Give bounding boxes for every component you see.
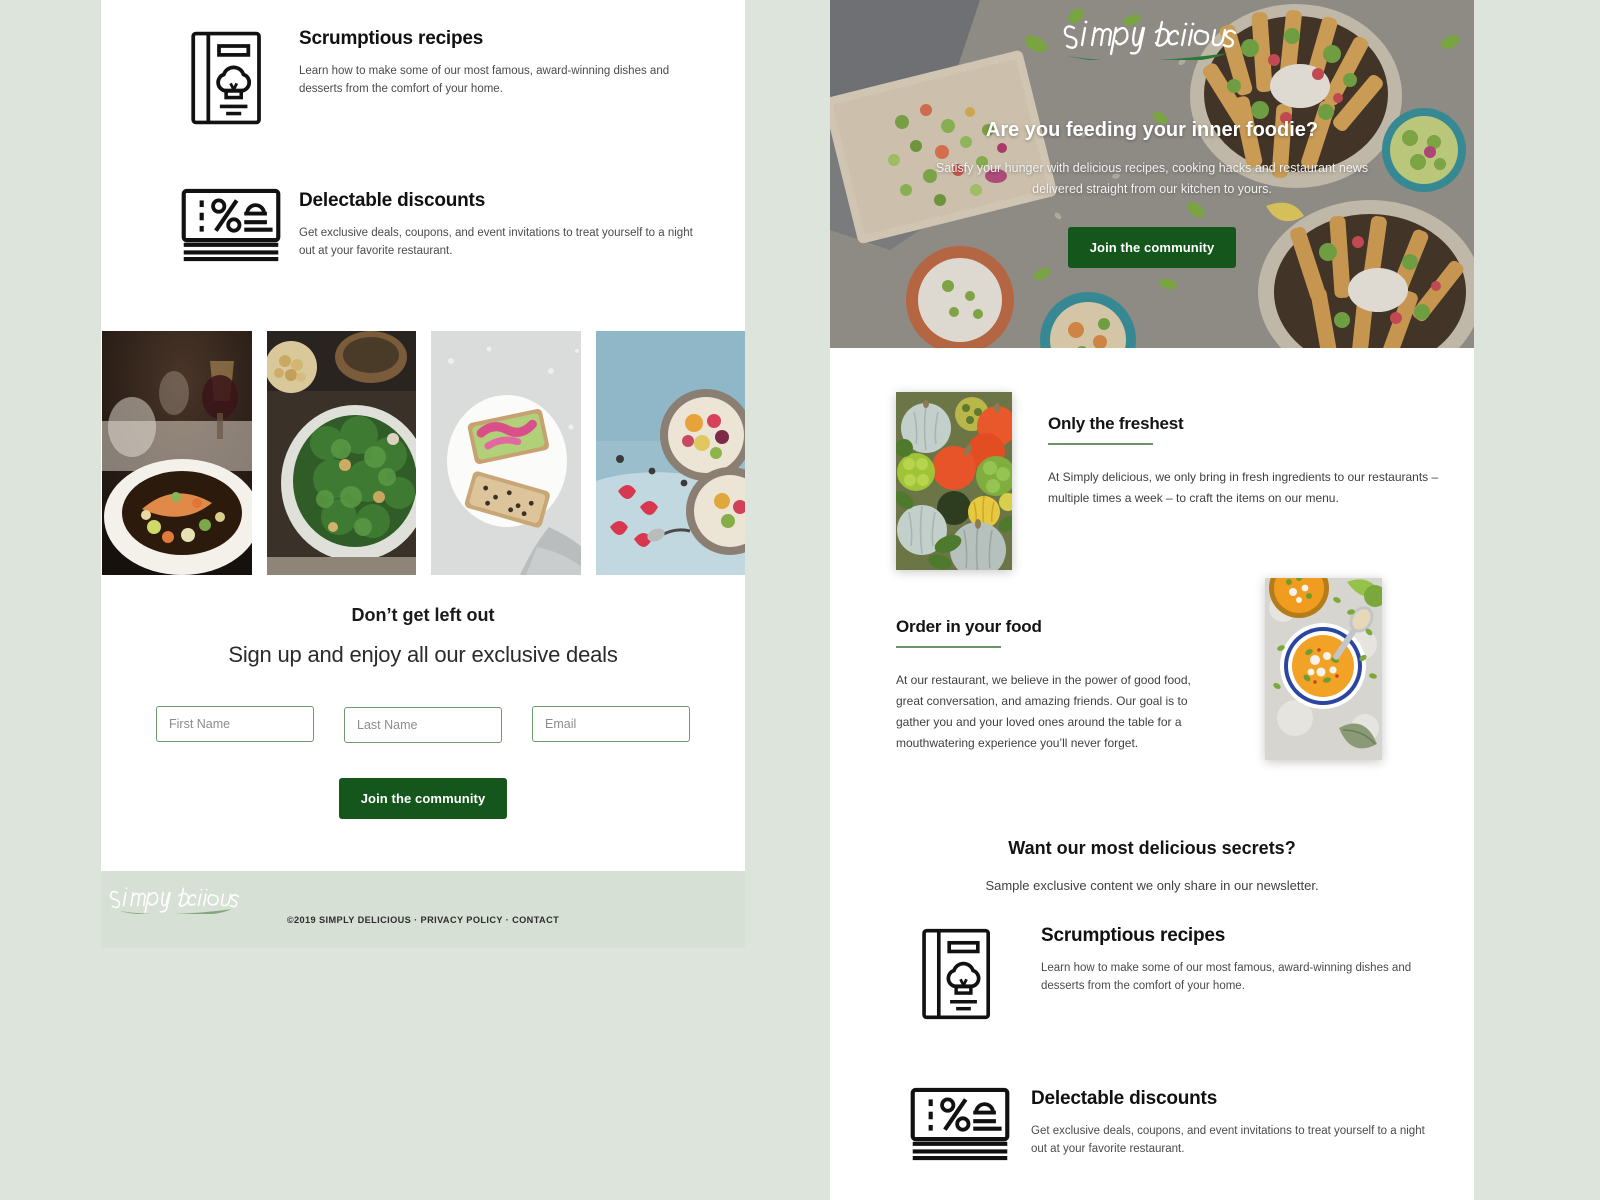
join-the-community-button[interactable]: Join the community bbox=[338, 778, 508, 819]
feature-description: Learn how to make some of our most famou… bbox=[1041, 962, 1412, 992]
feature-text: Scrumptious recipes Learn how to make so… bbox=[299, 28, 707, 98]
signup-section: Don’t get left out Sign up and enjoy all… bbox=[101, 605, 745, 819]
heading-underline-accent bbox=[896, 646, 1001, 648]
signup-headline: Sign up and enjoy all our exclusive deal… bbox=[228, 642, 618, 667]
feature-text: Scrumptious recipes Learn how to make so… bbox=[1041, 925, 1418, 995]
section-only-the-freshest: Only the freshest At Simply delicious, w… bbox=[830, 392, 1474, 570]
feature-scrumptious-recipes: Scrumptious recipes Learn how to make so… bbox=[918, 925, 1418, 1023]
left-email-panel: Scrumptious recipes Learn how to make so… bbox=[101, 0, 745, 948]
footer-logo bbox=[101, 882, 745, 914]
screenshot-canvas: Scrumptious recipes Learn how to make so… bbox=[0, 0, 1600, 1200]
feature-title: Delectable discounts bbox=[1031, 1088, 1218, 1109]
feature-delectable-discounts: Delectable discounts Get exclusive deals… bbox=[908, 1085, 1428, 1163]
fresh-text-block: Only the freshest At Simply delicious, w… bbox=[1048, 392, 1468, 570]
email-input[interactable] bbox=[532, 706, 690, 742]
section-heading: Only the freshest bbox=[1048, 414, 1184, 433]
gallery-photo-avocado-toast bbox=[431, 331, 581, 575]
section-order-in-your-food: Order in your food At our restaurant, we… bbox=[896, 617, 1226, 754]
first-name-input[interactable] bbox=[156, 706, 314, 742]
feature-delectable-discounts: Delectable discounts Get exclusive deals… bbox=[179, 186, 709, 264]
food-photo-gallery bbox=[101, 331, 745, 575]
feature-description: Learn how to make some of our most famou… bbox=[299, 65, 670, 95]
hero-section: Are you feeding your inner foodie? Satis… bbox=[830, 0, 1474, 348]
discount-ticket-icon bbox=[179, 186, 283, 264]
recipe-book-icon bbox=[187, 28, 267, 128]
signup-fields bbox=[101, 706, 745, 743]
section-newsletter-secrets: Want our most delicious secrets? Sample … bbox=[830, 838, 1474, 893]
gallery-photo-salmon-plate bbox=[102, 331, 252, 575]
signup-kicker: Don’t get left out bbox=[351, 605, 495, 625]
feature-text: Delectable discounts Get exclusive deals… bbox=[299, 186, 709, 260]
secrets-title: Want our most delicious secrets? bbox=[1008, 838, 1296, 858]
heading-underline-accent bbox=[1048, 443, 1153, 445]
feature-text: Delectable discounts Get exclusive deals… bbox=[1031, 1085, 1428, 1158]
hero-subtitle: Satisfy your hunger with delicious recip… bbox=[935, 161, 1369, 196]
feature-title: Scrumptious recipes bbox=[1041, 925, 1226, 946]
feature-scrumptious-recipes: Scrumptious recipes Learn how to make so… bbox=[187, 28, 707, 128]
feature-title: Delectable discounts bbox=[299, 190, 486, 211]
feature-description: Get exclusive deals, coupons, and event … bbox=[1031, 1125, 1425, 1155]
section-body: At Simply delicious, we only bring in fr… bbox=[1048, 469, 1439, 505]
hero-logo bbox=[1052, 14, 1252, 60]
squash-assortment-photo bbox=[896, 392, 1012, 570]
gallery-photo-breakfast-bowl bbox=[595, 331, 745, 575]
feature-title: Scrumptious recipes bbox=[299, 28, 484, 49]
last-name-input[interactable] bbox=[344, 707, 502, 743]
section-body: At our restaurant, we believe in the pow… bbox=[896, 672, 1191, 750]
secrets-subtitle: Sample exclusive content we only share i… bbox=[985, 878, 1319, 893]
footer-copyright: ©2019 SIMPLY DELICIOUS · PRIVACY POLICY … bbox=[286, 915, 560, 925]
discount-ticket-icon bbox=[908, 1085, 1012, 1163]
hero-title: Are you feeding your inner foodie? bbox=[985, 119, 1319, 141]
recipe-book-icon bbox=[918, 925, 996, 1023]
hero-content: Are you feeding your inner foodie? Satis… bbox=[830, 0, 1474, 348]
feature-description: Get exclusive deals, coupons, and event … bbox=[299, 227, 693, 257]
footer: ©2019 SIMPLY DELICIOUS · PRIVACY POLICY … bbox=[101, 871, 745, 948]
section-heading: Order in your food bbox=[896, 617, 1042, 636]
gallery-photo-kale-salad bbox=[266, 331, 416, 575]
pumpkin-soup-bowls-photo bbox=[1265, 578, 1382, 760]
hero-join-the-community-button[interactable]: Join the community bbox=[1067, 227, 1237, 268]
